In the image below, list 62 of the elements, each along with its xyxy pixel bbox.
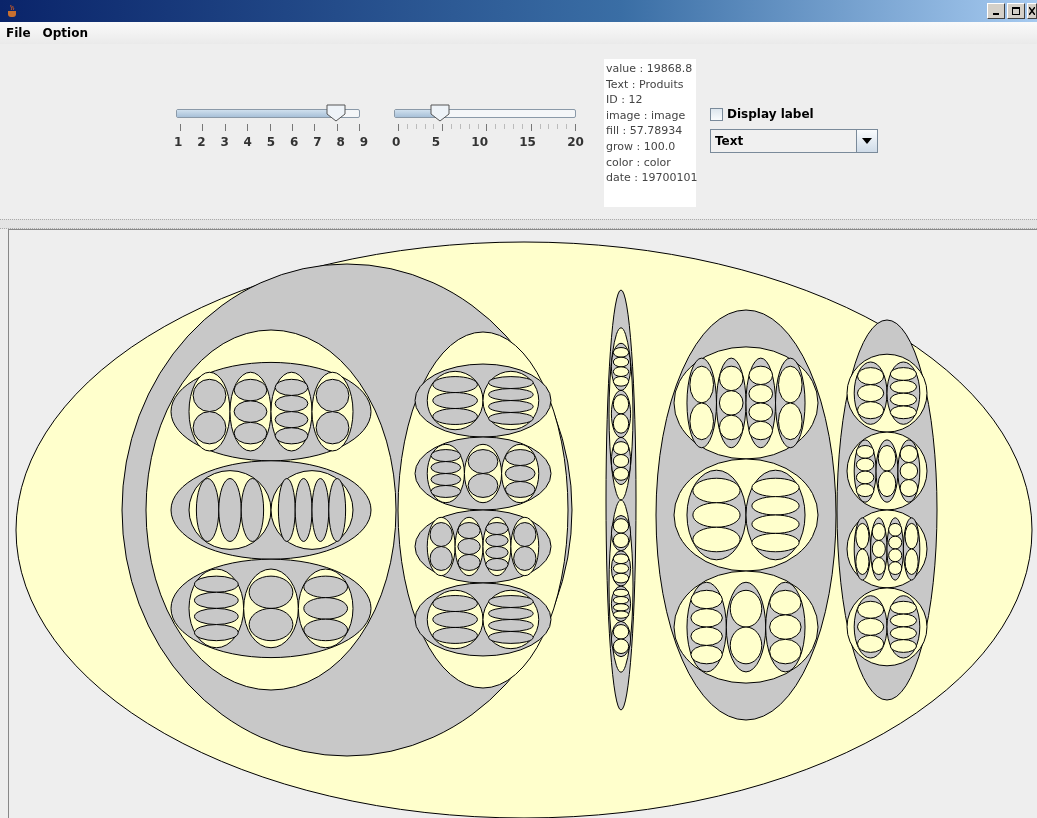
info-line: Text : Produits <box>606 76 685 93</box>
slider-thumb[interactable] <box>430 104 450 122</box>
tick-mark <box>415 124 417 129</box>
tick-mark <box>477 124 479 129</box>
tick-label: 0 <box>392 135 401 149</box>
tick-mark <box>406 124 408 129</box>
info-line: fill : 57.78934 <box>606 123 684 139</box>
maximize-button[interactable] <box>1007 3 1025 19</box>
tick-label: 7 <box>313 135 322 149</box>
tick-label: 4 <box>243 135 252 149</box>
caret-icon <box>862 138 872 144</box>
info-line: color : color <box>606 154 672 171</box>
info-line: date : 19700101 <box>606 170 696 186</box>
tick-label: 5 <box>431 135 440 149</box>
tick-mark <box>314 124 316 131</box>
minimize-button[interactable] <box>987 3 1005 19</box>
tick-mark <box>459 124 461 129</box>
tick-mark <box>539 124 541 129</box>
tick-label: 3 <box>220 135 229 149</box>
tick-label: 1 <box>174 135 183 149</box>
tick-mark <box>359 124 360 131</box>
tick-mark <box>202 124 204 131</box>
checkbox-label[interactable]: Display label <box>727 107 814 121</box>
maximize-icon <box>1012 7 1020 15</box>
slider-thumb[interactable] <box>326 104 347 122</box>
tick-label: 5 <box>266 135 276 149</box>
dropdown[interactable]: Text <box>710 129 878 153</box>
tick-label: 6 <box>290 135 299 149</box>
menu-item[interactable]: Option <box>42 26 88 40</box>
tick-mark <box>180 124 181 131</box>
splitter-handle[interactable] <box>0 219 1037 229</box>
tick-mark <box>424 124 426 129</box>
info-line: ID : 12 <box>606 92 644 108</box>
tick-label: 2 <box>197 135 206 149</box>
cup-icon <box>6 4 18 18</box>
tick-label: 10 <box>471 135 488 149</box>
tick-mark <box>548 124 550 129</box>
checkbox[interactable] <box>710 107 723 121</box>
tick-mark <box>336 124 338 131</box>
tick-mark <box>566 124 568 129</box>
tick-mark <box>269 124 271 131</box>
tick-mark <box>495 124 497 129</box>
info-line: value : 19868.8 <box>606 61 694 77</box>
tick-label: 8 <box>336 135 345 149</box>
tick-mark <box>512 124 514 129</box>
close-icon <box>1029 7 1035 15</box>
tick-mark <box>247 124 249 131</box>
tick-mark <box>433 124 435 129</box>
tick-label: 9 <box>359 135 368 149</box>
tick-mark <box>224 124 226 131</box>
close-button[interactable] <box>1027 3 1037 19</box>
info-line: grow : 100.0 <box>606 138 677 155</box>
tick-label: 15 <box>519 135 536 149</box>
tick-mark <box>504 124 506 129</box>
tick-mark <box>468 124 470 129</box>
tick-mark <box>557 124 559 129</box>
tick-mark <box>521 124 523 129</box>
tick-mark <box>451 124 453 129</box>
tick-label: 20 <box>567 135 584 149</box>
tick-mark <box>291 124 293 131</box>
info-line: image : image <box>606 107 687 124</box>
menu-item[interactable]: File <box>6 26 31 40</box>
